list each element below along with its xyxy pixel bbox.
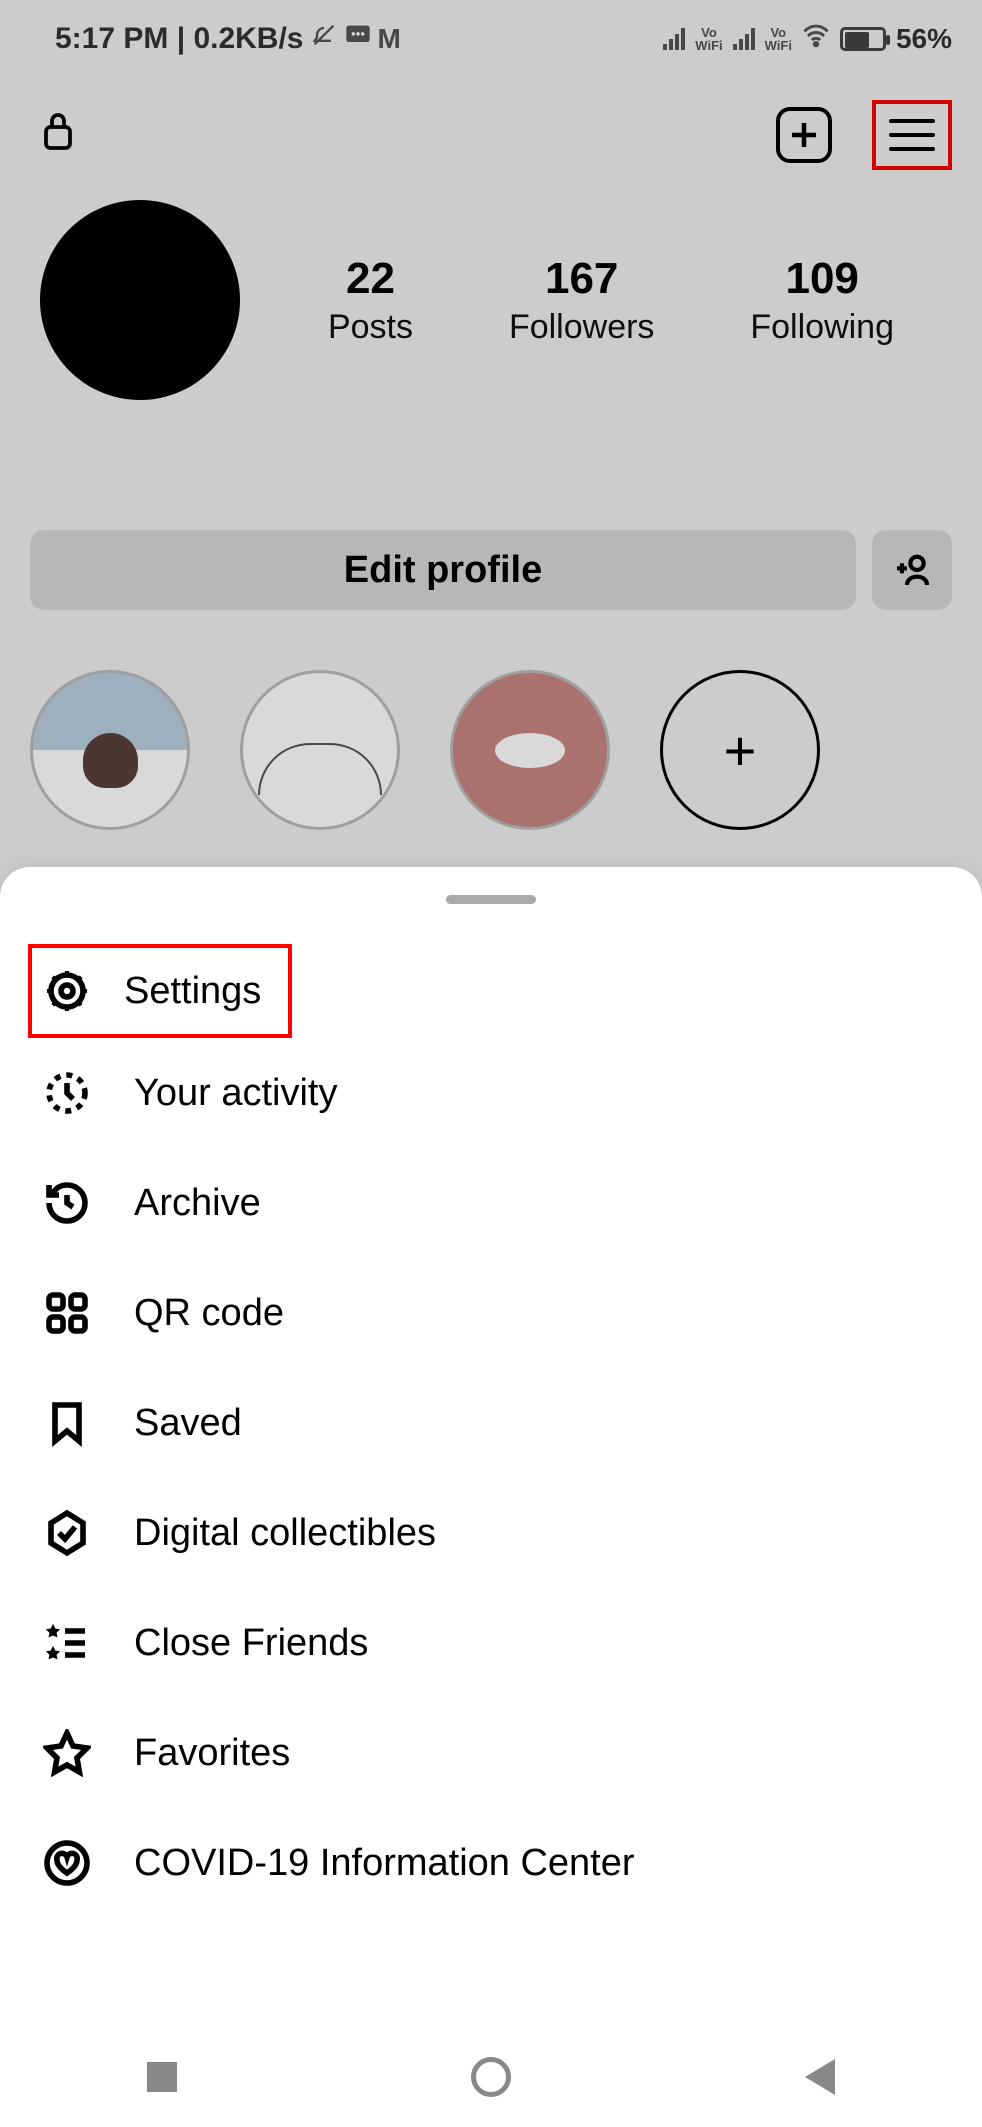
lock-icon xyxy=(40,108,76,162)
menu-qrcode[interactable]: QR code xyxy=(0,1258,982,1368)
bookmark-icon xyxy=(40,1396,94,1450)
mute-icon xyxy=(310,21,338,57)
menu-label: Digital collectibles xyxy=(134,1512,436,1555)
activity-icon xyxy=(40,1066,94,1120)
menu-archive[interactable]: Archive xyxy=(0,1148,982,1258)
posts-count: 22 xyxy=(328,254,413,304)
signal-icon xyxy=(733,28,755,50)
following-count: 109 xyxy=(750,254,894,304)
back-button[interactable] xyxy=(805,2059,835,2095)
menu-label: QR code xyxy=(134,1292,284,1335)
gear-icon xyxy=(40,964,94,1018)
recent-apps-button[interactable] xyxy=(147,2062,177,2092)
menu-label: Favorites xyxy=(134,1732,290,1775)
bottom-sheet: Settings Your activity Archive QR code S… xyxy=(0,867,982,2127)
menu-favorites[interactable]: Favorites xyxy=(0,1698,982,1808)
menu-your-activity[interactable]: Your activity xyxy=(0,1038,982,1148)
story-highlight[interactable] xyxy=(240,670,400,830)
qrcode-icon xyxy=(40,1286,94,1340)
profile-avatar[interactable] xyxy=(40,200,240,400)
menu-covid-info[interactable]: COVID-19 Information Center xyxy=(0,1808,982,1918)
menu-label: COVID-19 Information Center xyxy=(134,1842,635,1885)
posts-stat[interactable]: 22 Posts xyxy=(328,254,413,347)
followers-count: 167 xyxy=(509,254,654,304)
menu-saved[interactable]: Saved xyxy=(0,1368,982,1478)
menu-label: Settings xyxy=(124,970,261,1013)
posts-label: Posts xyxy=(328,308,413,347)
menu-settings[interactable]: Settings xyxy=(28,944,292,1038)
mail-icon: M xyxy=(378,23,401,55)
menu-close-friends[interactable]: Close Friends xyxy=(0,1588,982,1698)
sms-icon xyxy=(344,21,372,57)
followers-label: Followers xyxy=(509,308,654,347)
menu-label: Your activity xyxy=(134,1072,337,1115)
status-bar: 5:17 PM | 0.2KB/s M VoWiFi VoWiFi 56% xyxy=(0,0,982,70)
vowifi-icon: VoWiFi xyxy=(765,26,792,52)
following-label: Following xyxy=(750,308,894,347)
close-friends-icon xyxy=(40,1616,94,1670)
menu-label: Archive xyxy=(134,1182,261,1225)
battery-icon xyxy=(840,27,886,51)
vowifi-icon: VoWiFi xyxy=(695,26,722,52)
edit-profile-label: Edit profile xyxy=(344,549,542,592)
home-button[interactable] xyxy=(471,2057,511,2097)
menu-label: Saved xyxy=(134,1402,242,1445)
status-time: 5:17 PM | 0.2KB/s xyxy=(55,22,304,56)
discover-people-button[interactable] xyxy=(872,530,952,610)
edit-profile-button[interactable]: Edit profile xyxy=(30,530,856,610)
create-post-button[interactable] xyxy=(776,107,832,163)
wifi-icon xyxy=(802,22,830,57)
menu-digital-collectibles[interactable]: Digital collectibles xyxy=(0,1478,982,1588)
archive-icon xyxy=(40,1176,94,1230)
sheet-drag-handle[interactable] xyxy=(446,895,536,904)
story-highlight[interactable] xyxy=(30,670,190,830)
followers-stat[interactable]: 167 Followers xyxy=(509,254,654,347)
story-highlight[interactable] xyxy=(450,670,610,830)
menu-label: Close Friends xyxy=(134,1622,368,1665)
hexagon-check-icon xyxy=(40,1506,94,1560)
star-icon xyxy=(40,1726,94,1780)
hamburger-menu-button[interactable] xyxy=(872,100,952,170)
heart-circle-icon xyxy=(40,1836,94,1890)
following-stat[interactable]: 109 Following xyxy=(750,254,894,347)
battery-pct: 56% xyxy=(896,23,952,55)
signal-icon xyxy=(663,28,685,50)
add-highlight-button[interactable]: + xyxy=(660,670,820,830)
android-nav-bar xyxy=(0,2027,982,2127)
